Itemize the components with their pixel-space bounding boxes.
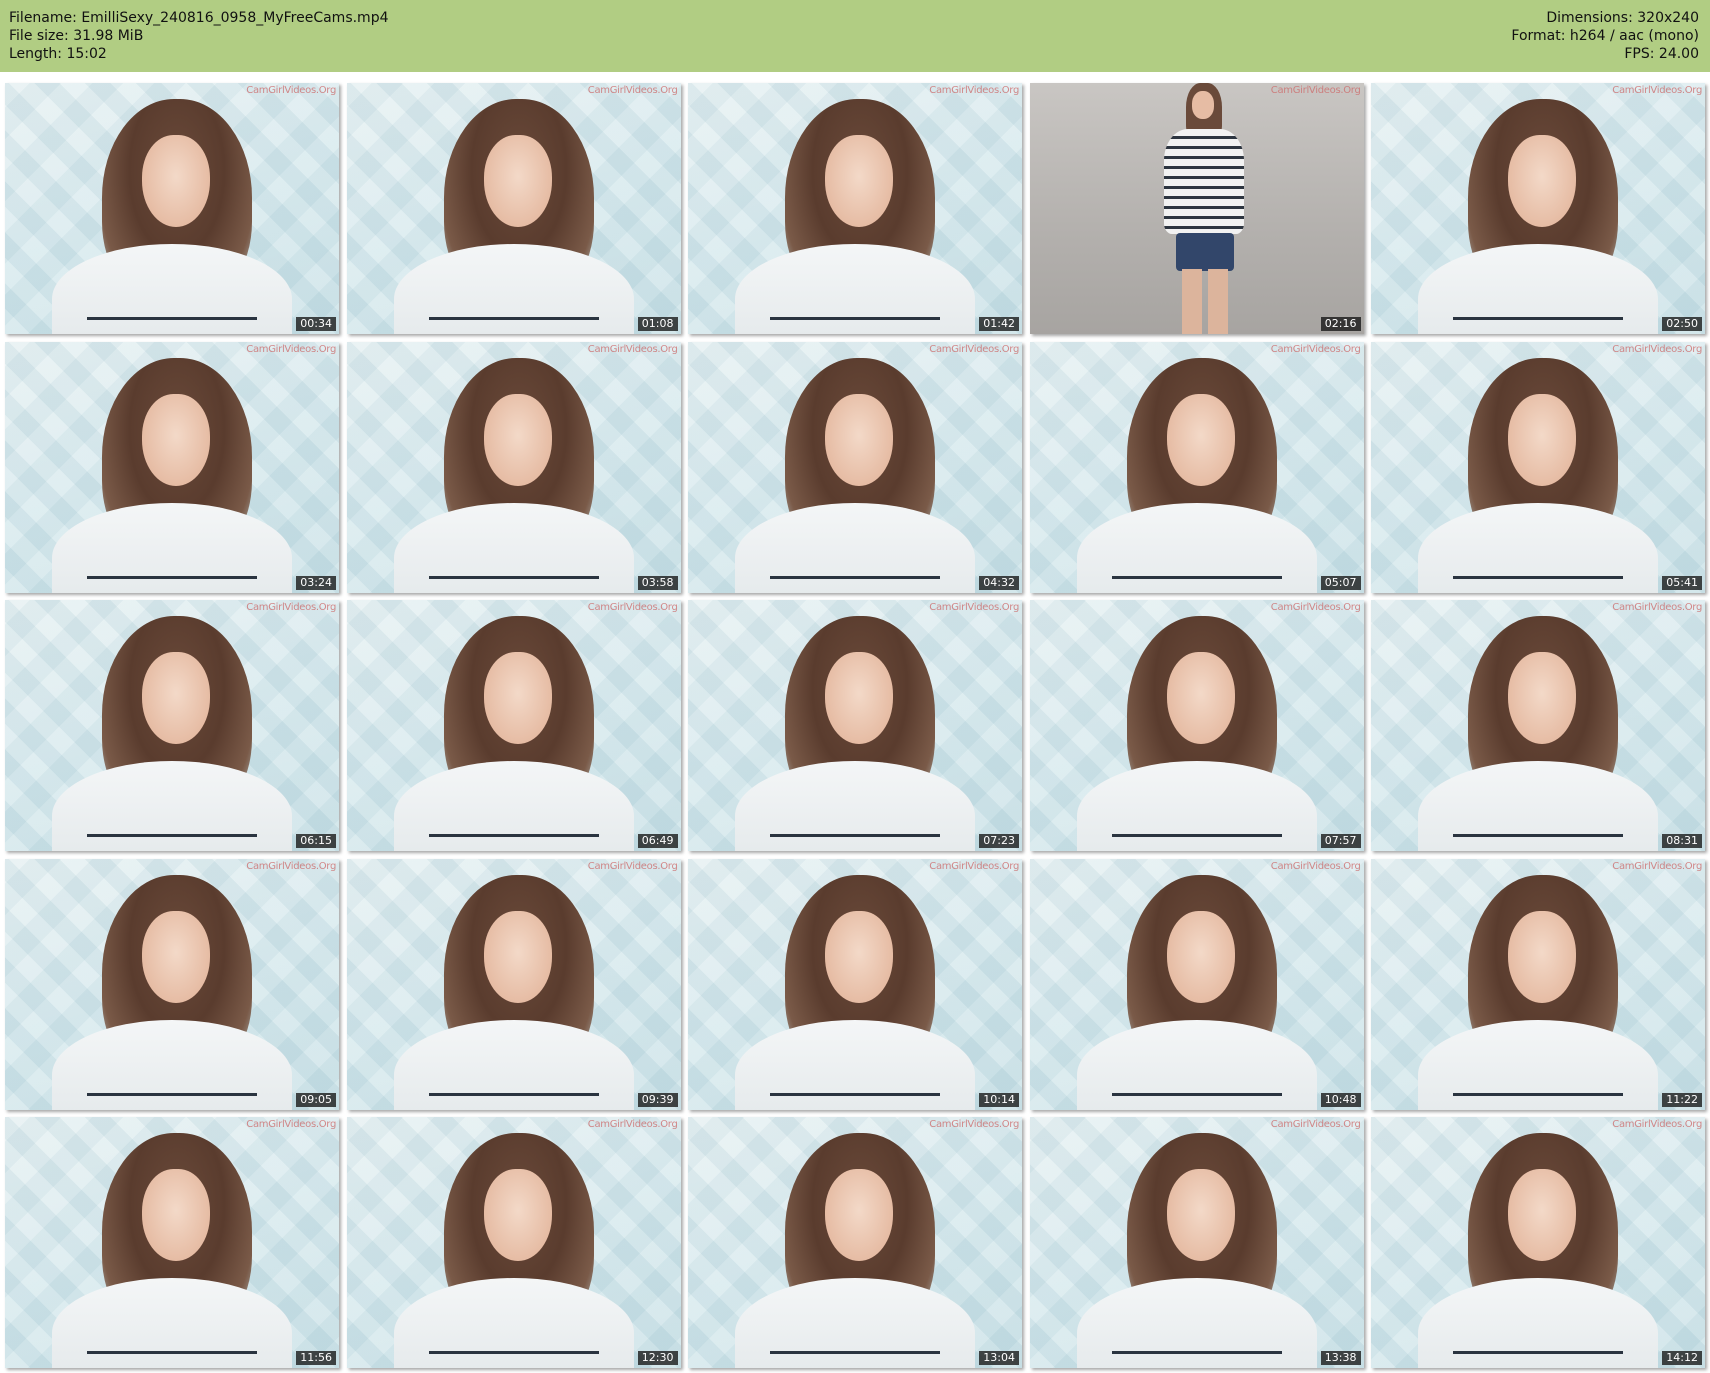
video-thumbnail[interactable]: CamGirlVideos.Org 10:48 — [1029, 858, 1364, 1110]
timestamp-label: 11:22 — [1662, 1092, 1702, 1107]
timestamp-label: 08:31 — [1662, 834, 1702, 848]
watermark-text: CamGirlVideos.Org — [1612, 343, 1702, 355]
watermark-text: CamGirlVideos.Org — [1270, 343, 1361, 355]
video-thumbnail[interactable]: CamGirlVideos.Org 11:56 — [5, 1117, 339, 1368]
filesize-value: 31.98 MiB — [73, 28, 144, 44]
watermark-text: CamGirlVideos.Org — [246, 1119, 336, 1130]
frame-image — [1152, 83, 1252, 334]
timestamp-label: 07:23 — [979, 834, 1019, 848]
video-thumbnail[interactable]: CamGirlVideos.Org 12:30 — [346, 1117, 681, 1368]
fps-line: FPS: 24.00 — [1511, 45, 1699, 63]
fps-label: FPS: — [1624, 46, 1655, 62]
watermark-text: CamGirlVideos.Org — [246, 860, 336, 872]
format-label: Format: — [1511, 28, 1566, 44]
watermark-text: CamGirlVideos.Org — [929, 860, 1019, 872]
video-thumbnail[interactable]: CamGirlVideos.Org 10:14 — [688, 858, 1022, 1110]
timestamp-label: 03:24 — [296, 575, 336, 590]
timestamp-label: 05:41 — [1662, 575, 1702, 590]
video-thumbnail[interactable]: CamGirlVideos.Org 09:05 — [5, 858, 339, 1110]
length-label: Length: — [9, 46, 63, 62]
watermark-text: CamGirlVideos.Org — [1270, 860, 1361, 872]
filename-label: Filename: — [9, 10, 77, 26]
timestamp-label: 01:08 — [637, 317, 678, 331]
video-thumbnail[interactable]: CamGirlVideos.Org 05:41 — [1371, 341, 1705, 593]
filesize-line: File size: 31.98 MiB — [9, 27, 389, 45]
format-value: h264 / aac (mono) — [1569, 28, 1699, 44]
timestamp-label: 01:42 — [979, 317, 1019, 331]
length-value: 15:02 — [66, 46, 107, 62]
timestamp-label: 02:50 — [1662, 317, 1702, 331]
video-thumbnail[interactable]: CamGirlVideos.Org 07:23 — [688, 600, 1022, 851]
video-thumbnail[interactable]: CamGirlVideos.Org 00:34 — [5, 83, 339, 334]
dimensions-line: Dimensions: 320x240 — [1511, 9, 1699, 27]
video-thumbnail[interactable]: CamGirlVideos.Org 05:07 — [1029, 341, 1364, 593]
watermark-text: CamGirlVideos.Org — [587, 1119, 678, 1130]
fps-value: 24.00 — [1658, 46, 1699, 62]
watermark-text: CamGirlVideos.Org — [929, 1119, 1019, 1130]
timestamp-label: 04:32 — [979, 575, 1019, 590]
watermark-text: CamGirlVideos.Org — [587, 602, 678, 613]
timestamp-label: 09:39 — [637, 1092, 678, 1107]
length-line: Length: 15:02 — [9, 45, 389, 63]
timestamp-label: 06:15 — [296, 834, 336, 848]
timestamp-label: 07:57 — [1320, 834, 1361, 848]
dimensions-label: Dimensions: — [1546, 10, 1633, 26]
timestamp-label: 10:14 — [979, 1092, 1019, 1107]
thumbnail-grid: CamGirlVideos.Org 00:34 CamGirlVideos.Org 0… — [5, 83, 1705, 1368]
timestamp-label: 05:07 — [1320, 575, 1361, 590]
video-thumbnail[interactable]: CamGirlVideos.Org 02:50 — [1371, 83, 1705, 334]
video-thumbnail[interactable]: CamGirlVideos.Org 06:49 — [346, 600, 681, 851]
watermark-text: CamGirlVideos.Org — [587, 343, 678, 355]
watermark-text: CamGirlVideos.Org — [1612, 860, 1702, 872]
watermark-text: CamGirlVideos.Org — [587, 860, 678, 872]
watermark-text: CamGirlVideos.Org — [929, 343, 1019, 355]
format-line: Format: h264 / aac (mono) — [1511, 27, 1699, 45]
video-thumbnail[interactable]: CamGirlVideos.Org 02:16 — [1029, 83, 1364, 334]
watermark-text: CamGirlVideos.Org — [1270, 1119, 1361, 1130]
watermark-text: CamGirlVideos.Org — [929, 602, 1019, 613]
video-thumbnail[interactable]: CamGirlVideos.Org 09:39 — [346, 858, 681, 1110]
timestamp-label: 13:38 — [1320, 1351, 1361, 1365]
video-thumbnail[interactable]: CamGirlVideos.Org 03:24 — [5, 341, 339, 593]
timestamp-label: 11:56 — [296, 1351, 336, 1365]
timestamp-label: 10:48 — [1320, 1092, 1361, 1107]
info-header: Filename: EmilliSexy_240816_0958_MyFreeC… — [0, 0, 1710, 72]
watermark-text: CamGirlVideos.Org — [1612, 85, 1702, 96]
watermark-text: CamGirlVideos.Org — [246, 343, 336, 355]
video-thumbnail[interactable]: CamGirlVideos.Org 07:57 — [1029, 600, 1364, 851]
watermark-text: CamGirlVideos.Org — [929, 85, 1019, 96]
video-thumbnail[interactable]: CamGirlVideos.Org 11:22 — [1371, 858, 1705, 1110]
watermark-text: CamGirlVideos.Org — [1612, 602, 1702, 613]
video-thumbnail[interactable]: CamGirlVideos.Org 03:58 — [346, 341, 681, 593]
timestamp-label: 03:58 — [637, 575, 678, 590]
video-thumbnail[interactable]: CamGirlVideos.Org 01:42 — [688, 83, 1022, 334]
video-thumbnail[interactable]: CamGirlVideos.Org 14:12 — [1371, 1117, 1705, 1368]
video-thumbnail[interactable]: CamGirlVideos.Org 13:04 — [688, 1117, 1022, 1368]
video-thumbnail[interactable]: CamGirlVideos.Org 04:32 — [688, 341, 1022, 593]
timestamp-label: 09:05 — [296, 1092, 336, 1107]
filename-value: EmilliSexy_240816_0958_MyFreeCams.mp4 — [81, 10, 389, 26]
timestamp-label: 06:49 — [637, 834, 678, 848]
video-thumbnail[interactable]: CamGirlVideos.Org 06:15 — [5, 600, 339, 851]
watermark-text: CamGirlVideos.Org — [1270, 85, 1361, 96]
timestamp-label: 14:12 — [1662, 1351, 1702, 1365]
filename-line: Filename: EmilliSexy_240816_0958_MyFreeC… — [9, 9, 389, 27]
watermark-text: CamGirlVideos.Org — [587, 85, 678, 96]
video-thumbnail[interactable]: CamGirlVideos.Org 01:08 — [346, 83, 681, 334]
file-info-right: Dimensions: 320x240 Format: h264 / aac (… — [1511, 9, 1699, 63]
watermark-text: CamGirlVideos.Org — [246, 602, 336, 613]
watermark-text: CamGirlVideos.Org — [1612, 1119, 1702, 1130]
timestamp-label: 02:16 — [1320, 317, 1361, 331]
filesize-label: File size: — [9, 28, 69, 44]
watermark-text: CamGirlVideos.Org — [1270, 602, 1361, 613]
dimensions-value: 320x240 — [1637, 10, 1699, 26]
timestamp-label: 13:04 — [979, 1351, 1019, 1365]
file-info-left: Filename: EmilliSexy_240816_0958_MyFreeC… — [9, 9, 389, 63]
timestamp-label: 12:30 — [637, 1351, 678, 1365]
watermark-text: CamGirlVideos.Org — [246, 85, 336, 96]
timestamp-label: 00:34 — [296, 317, 336, 331]
video-thumbnail[interactable]: CamGirlVideos.Org 13:38 — [1029, 1117, 1364, 1368]
video-thumbnail[interactable]: CamGirlVideos.Org 08:31 — [1371, 600, 1705, 851]
